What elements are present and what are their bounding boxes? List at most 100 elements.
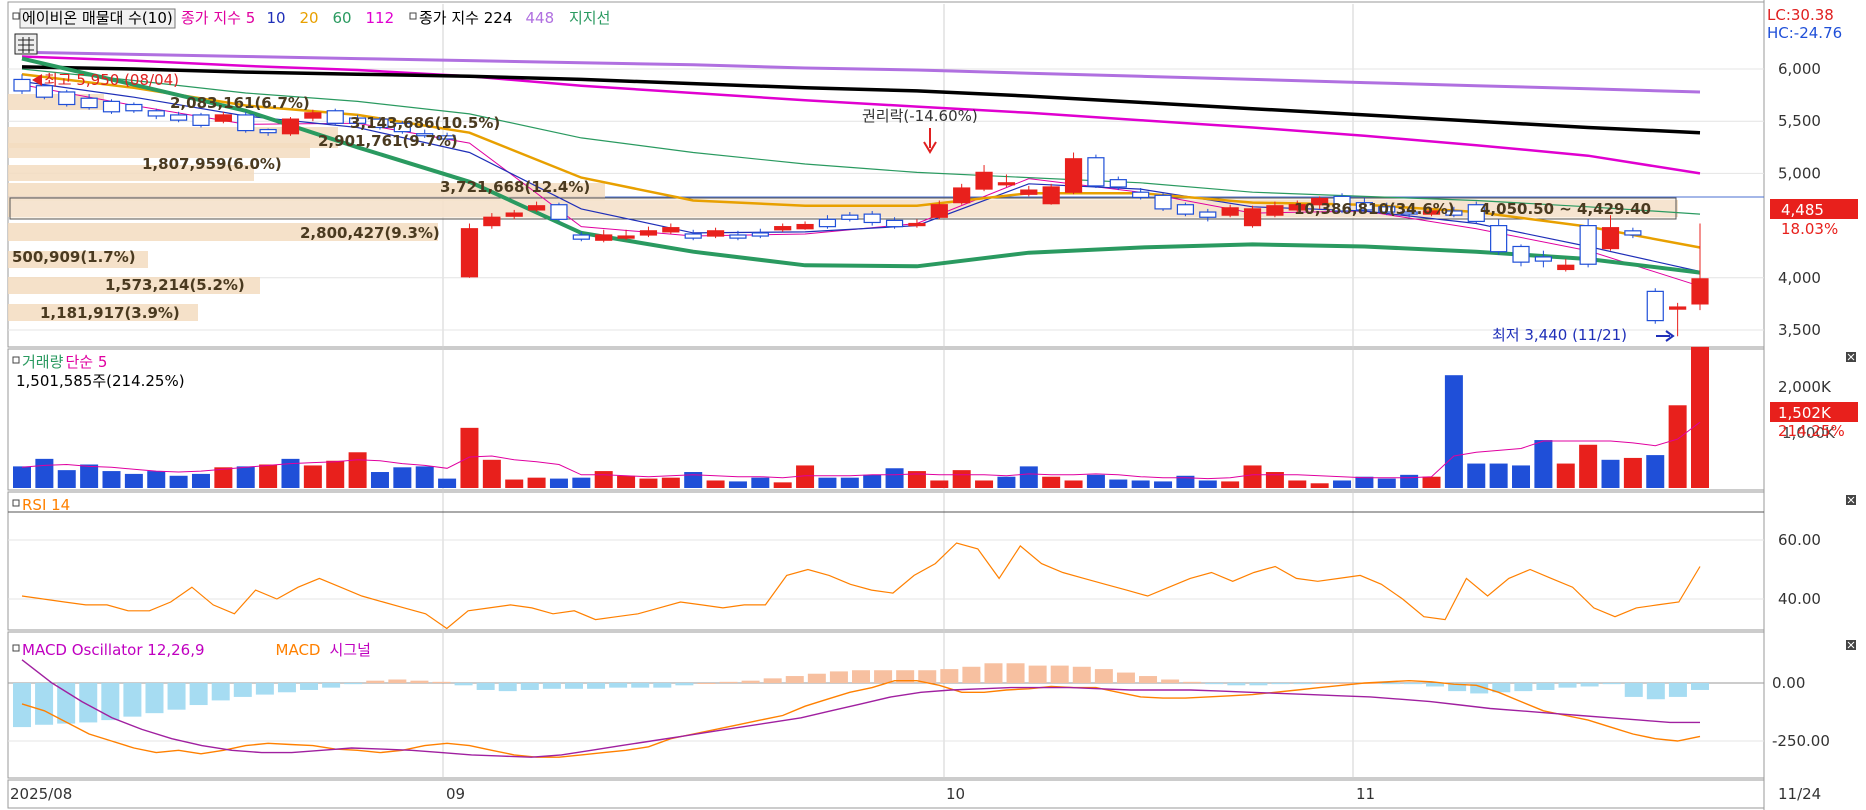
volume-bar [191,473,210,488]
macd-osc-bar [454,683,473,686]
volume-bar [1534,440,1553,488]
table-grid-icon[interactable] [14,33,38,55]
volume-bar [80,464,99,488]
candle-body [1154,194,1172,210]
volume-bar [147,471,166,488]
rsi-panel[interactable] [7,491,1765,631]
candle-body [774,226,792,231]
volume-bar [1444,375,1463,488]
candle-body [595,234,613,241]
volume-bar [1333,480,1352,488]
macd-osc-bar [653,683,672,688]
high-annotation: 최고 5,950 (08/04) [44,71,179,89]
candle-body [818,218,837,228]
volume-close-icon[interactable] [1846,352,1856,362]
candle-body [237,114,255,132]
macd-osc-bar [498,683,517,692]
macd-osc-bar [1315,683,1334,684]
volume-bar [1019,466,1038,488]
candle-body [572,234,590,240]
legend-volume: 거래량 단순 5 [12,353,107,371]
volume-bar [997,476,1016,488]
volume-bar [706,480,725,488]
macd-osc-bar [1558,683,1577,688]
date-tick: 09 [446,785,465,803]
rsi-close-icon[interactable] [1846,495,1856,505]
volume-bar [1355,476,1374,488]
volume-bar [661,477,680,488]
macd-osc-bar [1381,683,1400,685]
profile-label: 3,143,686(10.5%) [350,114,500,132]
profile-label: 500,909(1.7%) [12,248,136,266]
volume-bar [1512,465,1531,488]
macd-osc-bar [101,683,120,721]
volume-bar [1489,463,1508,488]
candle-body [192,114,210,126]
price-panel[interactable] [7,1,1765,348]
macd-osc-bar [1514,683,1533,692]
macd-osc-bar [410,680,429,683]
volume-bar [975,480,994,488]
macd-osc-bar [1293,683,1312,685]
volume-bar [505,479,524,488]
date-axis-bar [7,779,1765,809]
legend-rsi: RSI 14 [12,496,70,514]
volume-bar [1243,465,1262,488]
macd-osc-bar [564,683,583,689]
macd-osc-bar [1646,683,1665,700]
macd-osc-bar [35,683,54,725]
candle-body [259,128,277,134]
macd-tick: 0.00 [1772,674,1805,692]
candle-body [1601,227,1620,250]
volume-bar [751,477,770,488]
volume-bar [124,473,143,488]
macd-osc-bar [432,681,451,683]
candle-body [326,110,344,124]
macd-osc-bar [1028,665,1047,683]
macd-osc-bar [1183,681,1202,683]
stock-chart[interactable]: 2,083,161(6.7%) 3,143,686(10.5%)2,901,761… [0,0,1866,810]
profile-label: 2,901,761(9.7%) [318,132,458,150]
macd-panel[interactable] [7,631,1765,779]
profile-label: 2,800,427(9.3%) [300,224,440,242]
macd-osc-bar [79,683,98,723]
candle-body [527,205,546,211]
candle-body [975,171,993,190]
volume-bar [863,474,882,488]
macd-osc-bar [719,681,738,683]
volume-bar [1064,480,1083,488]
macd-osc-bar [741,680,760,683]
macd-osc-bar [322,683,341,688]
volume-bar [818,477,837,488]
legend-item: 종가 지수 224 [419,9,512,27]
macd-osc-bar [1624,683,1643,697]
volume-tick: 2,000K [1778,378,1832,396]
candle-body [1221,207,1239,216]
macd-close-icon[interactable] [1846,640,1856,650]
price-tick: 4,000 [1778,269,1821,287]
volume-bar [393,467,412,488]
macd-osc-bar [542,683,561,689]
macd-osc-bar [587,683,606,689]
legend-item: RSI 14 [22,496,70,514]
low-annotation: 최저 3,440 (11/21) [1492,326,1627,344]
macd-osc-bar [123,683,142,717]
candle-body [13,78,31,92]
profile-label: 1,573,214(5.2%) [105,276,245,294]
volume-bar [1668,405,1687,488]
macd-osc-bar [962,666,981,683]
volume-bar [1601,459,1620,488]
volume-bar [930,480,949,488]
candle-body [662,227,680,233]
legend-marker-icon [12,356,20,364]
legend-marker-icon [12,499,20,507]
candle-body [214,114,232,122]
volume-bar [460,427,479,488]
legend-item: 10 [267,9,286,27]
volume-bar [594,471,613,488]
macd-osc-bar [344,683,363,685]
legend-item: 거래량 [22,353,64,371]
current-volume: 1,502K [1778,404,1832,422]
volume-bar [572,477,591,488]
candle-body [304,112,322,119]
